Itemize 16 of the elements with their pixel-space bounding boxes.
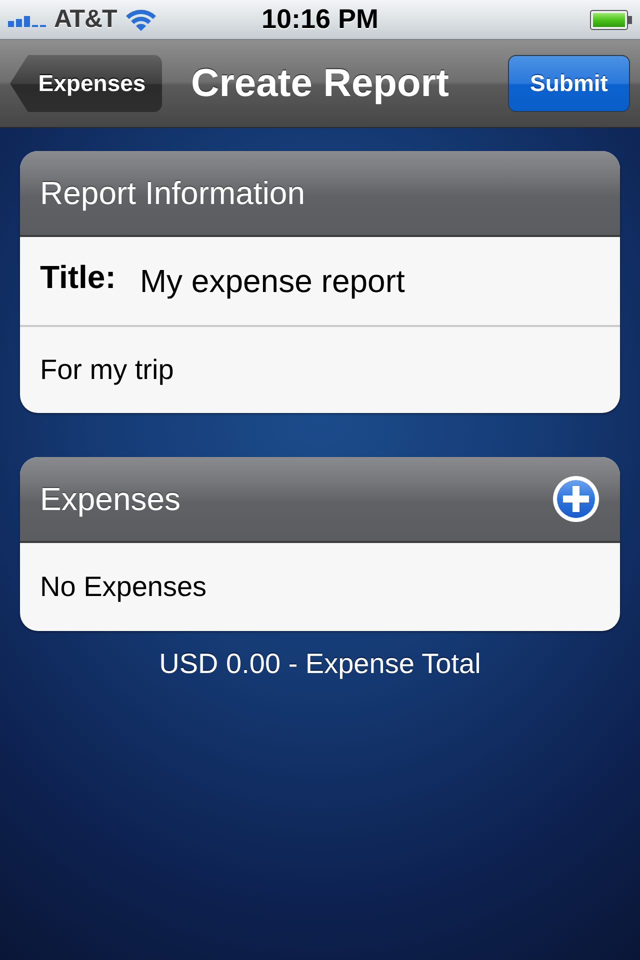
nav-title: Create Report — [190, 62, 450, 106]
field-label: Title: — [40, 258, 116, 296]
battery-icon — [590, 10, 632, 30]
section-title: Report Information — [40, 174, 306, 212]
expense-total: USD 0.00 - Expense Total — [159, 648, 481, 680]
carrier-name: AT&T — [54, 5, 117, 34]
section-title: Expenses — [40, 480, 181, 518]
submit-button[interactable]: Submit — [508, 55, 630, 112]
add-button[interactable] — [552, 475, 600, 523]
status-time: 10:16 PM — [261, 4, 379, 35]
row-text: For my trip — [40, 354, 174, 386]
back-button[interactable]: Expenses — [10, 55, 162, 112]
title-field[interactable]: My expense report — [140, 262, 405, 300]
wifi-icon — [124, 8, 157, 32]
row-text: No Expenses — [40, 571, 207, 603]
plus-circle-icon — [552, 475, 600, 523]
